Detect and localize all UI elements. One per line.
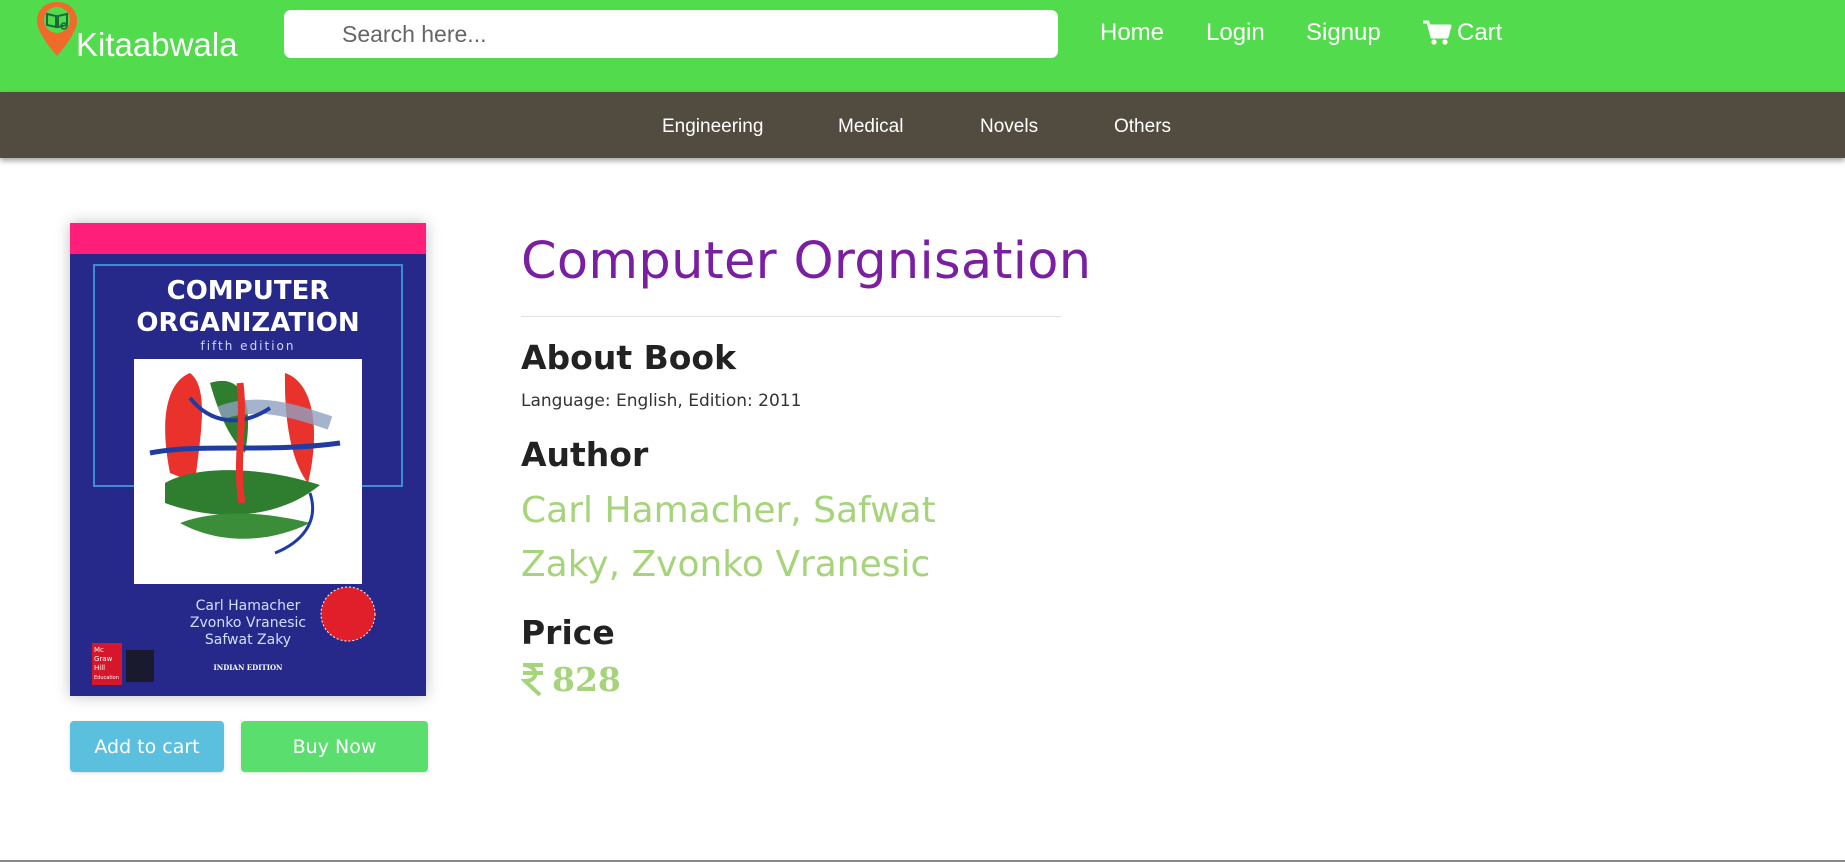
category-engineering[interactable]: Engineering (662, 116, 763, 138)
cover-title-line2: ORGANIZATION (136, 308, 359, 338)
price-heading: Price (521, 613, 615, 652)
search-bar (284, 10, 1058, 58)
publisher-line3: Hill (94, 664, 105, 672)
buy-now-button[interactable]: Buy Now (241, 721, 428, 772)
publisher-line1: Mc (94, 646, 104, 654)
book-cover-image: COMPUTER ORGANIZATION fifth edition Carl… (70, 223, 426, 696)
add-to-cart-button[interactable]: Add to cart (70, 721, 224, 772)
search-input[interactable] (342, 10, 1042, 58)
nav-cart-link[interactable]: Cart (1457, 19, 1502, 47)
nav-signup-link[interactable]: Signup (1306, 19, 1381, 47)
map-pin-book-icon (37, 2, 77, 56)
cover-indian-edition: INDIAN EDITION (214, 663, 284, 672)
author-heading: Author (521, 435, 649, 474)
brand-logo[interactable]: Kitaabwala (34, 0, 254, 70)
category-others[interactable]: Others (1114, 116, 1171, 138)
shopping-cart-icon[interactable] (1422, 20, 1452, 46)
brand-name: Kitaabwala (76, 26, 238, 63)
about-book-heading: About Book (521, 338, 737, 377)
category-medical[interactable]: Medical (838, 116, 903, 138)
category-nav: Engineering Medical Novels Others (0, 92, 1845, 158)
cover-author-3: Safwat Zaky (205, 632, 291, 648)
nav-login-link[interactable]: Login (1206, 19, 1265, 47)
search-icon[interactable] (298, 23, 320, 45)
price-value: 828 (552, 660, 621, 699)
publisher-line4: Education (94, 675, 119, 681)
cover-author-2: Zvonko Vranesic (190, 615, 306, 631)
top-header: Kitaabwala Home Login Signup Cart (0, 0, 1845, 92)
cover-edition: fifth edition (200, 339, 295, 353)
author-names: Carl Hamacher, Safwat Zaky, Zvonko Vrane… (521, 490, 936, 585)
nav-home-link[interactable]: Home (1100, 19, 1164, 47)
book-title: Computer Orgnisation (521, 232, 1092, 291)
title-divider (521, 316, 1061, 317)
cover-author-1: Carl Hamacher (196, 598, 301, 614)
rupee-icon (521, 663, 543, 696)
cover-title-line1: COMPUTER (167, 276, 330, 306)
about-book-text: Language: English, Edition: 2011 (521, 391, 802, 411)
publisher-line2: Graw (94, 655, 113, 663)
book-cover-art: COMPUTER ORGANIZATION fifth edition Carl… (70, 223, 426, 696)
category-novels[interactable]: Novels (980, 116, 1038, 138)
